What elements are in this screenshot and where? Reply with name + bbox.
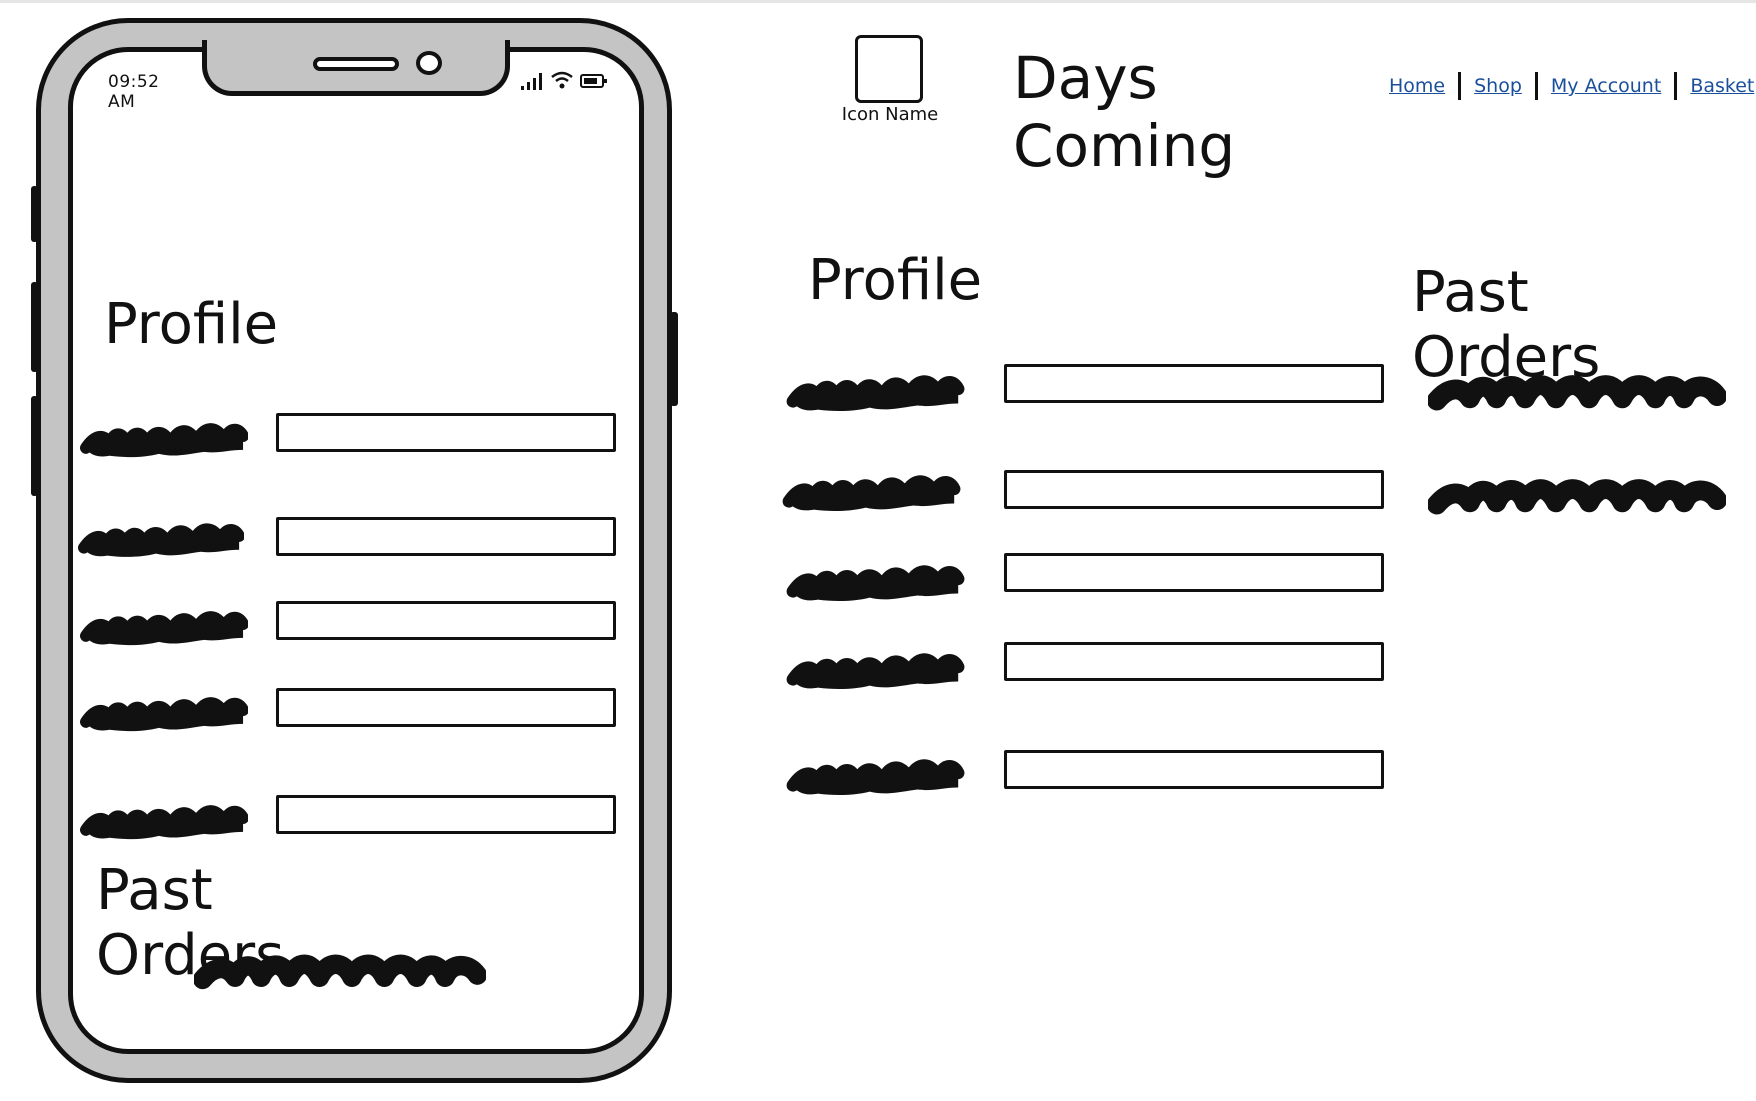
desktop-profile-field-3[interactable]: [1004, 553, 1384, 592]
field-label-scribble: [80, 602, 248, 652]
mobile-profile-field-3[interactable]: [276, 601, 616, 640]
camera-icon: [416, 51, 442, 75]
battery-icon: [580, 74, 607, 88]
mobile-profile-field-1[interactable]: [276, 413, 616, 452]
past-order-scribble[interactable]: [1428, 470, 1726, 528]
nav-divider: [1534, 72, 1538, 100]
site-title: Days Coming: [1013, 44, 1236, 180]
mobile-profile-field-4[interactable]: [276, 688, 616, 727]
speaker-icon: [313, 57, 399, 71]
field-label-scribble: [78, 514, 244, 564]
field-label-scribble: [80, 688, 248, 738]
field-label-scribble: [780, 366, 970, 418]
past-order-scribble[interactable]: [1428, 366, 1726, 424]
nav-shop-link[interactable]: Shop: [1474, 75, 1522, 97]
mobile-profile-field-5[interactable]: [276, 795, 616, 834]
nav-account-link[interactable]: My Account: [1551, 75, 1661, 97]
desktop-profile-field-4[interactable]: [1004, 642, 1384, 681]
top-divider: [0, 0, 1756, 3]
field-label-scribble: [780, 750, 970, 802]
desktop-profile-field-1[interactable]: [1004, 364, 1384, 403]
main-nav: Home Shop My Account Basket: [1389, 72, 1754, 100]
nav-home-link[interactable]: Home: [1389, 75, 1445, 97]
past-order-scribble[interactable]: [194, 946, 486, 1002]
signal-icon: [521, 73, 542, 90]
field-label-scribble: [780, 644, 970, 696]
nav-basket-link[interactable]: Basket: [1690, 75, 1754, 97]
mobile-profile-heading: Profile: [104, 292, 279, 357]
field-label-scribble: [780, 556, 970, 608]
desktop-profile-heading: Profile: [808, 248, 983, 313]
status-time: 09:52 AM: [108, 72, 160, 112]
logo-icon[interactable]: [855, 35, 923, 103]
nav-divider: [1674, 72, 1678, 100]
field-label-scribble: [80, 796, 248, 846]
wifi-icon: [551, 71, 573, 89]
mobile-profile-field-2[interactable]: [276, 517, 616, 556]
nav-divider: [1458, 72, 1462, 100]
logo-label: Icon Name: [841, 104, 939, 125]
desktop-profile-field-2[interactable]: [1004, 470, 1384, 509]
field-label-scribble: [776, 466, 966, 518]
desktop-profile-field-5[interactable]: [1004, 750, 1384, 789]
field-label-scribble: [80, 414, 248, 464]
